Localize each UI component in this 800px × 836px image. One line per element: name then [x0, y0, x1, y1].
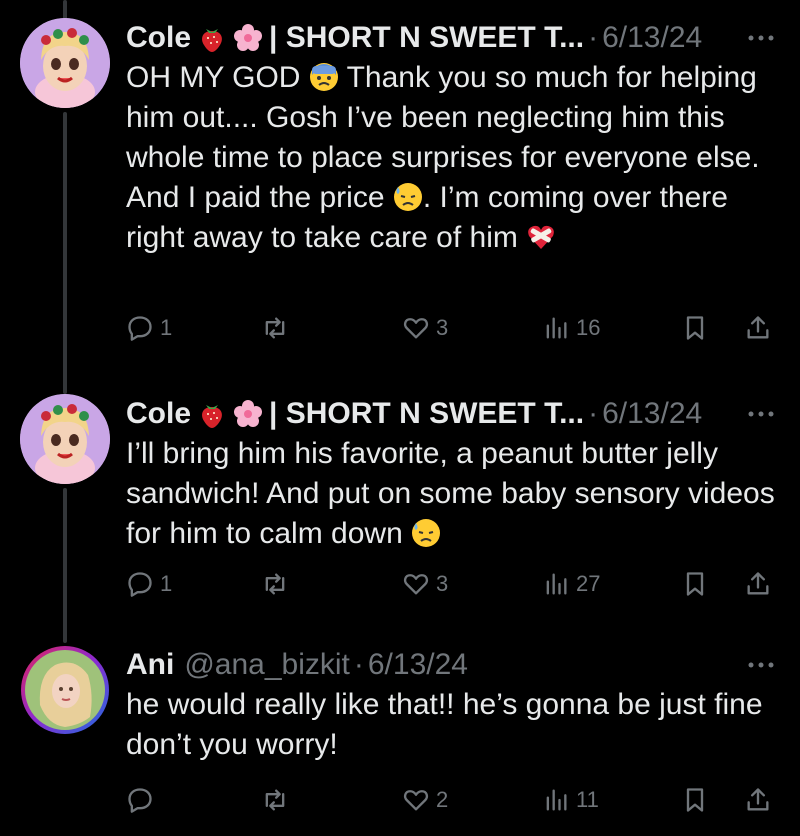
like-count: 3 [436, 571, 449, 596]
display-name[interactable]: Ani [126, 648, 174, 682]
separator-dot: · [588, 21, 599, 54]
more-options-icon[interactable] [746, 18, 776, 58]
display-name[interactable]: Cole [126, 21, 191, 55]
share-icon [747, 572, 769, 595]
tweet-header: Cole | SHORT N SWEET T... · 6/13/24 [126, 394, 776, 434]
share-icon [747, 788, 769, 811]
views-chart-icon [546, 317, 567, 339]
cherry-blossom-emoji-icon [234, 400, 263, 427]
reply-icon [128, 788, 152, 813]
reply-button[interactable]: 1 [126, 308, 172, 348]
share-button[interactable] [744, 564, 772, 604]
downcast-sweat-emoji-icon [393, 183, 422, 211]
like-count: 2 [436, 787, 449, 812]
reply-button[interactable]: 1 [126, 564, 172, 604]
like-count: 3 [436, 315, 449, 340]
repost-icon [265, 317, 285, 339]
share-button[interactable] [744, 308, 772, 348]
repost-button[interactable] [261, 780, 295, 820]
tweet-header: Cole | SHORT N SWEET T... · 6/13/24 [126, 18, 776, 58]
views-button[interactable]: 16 [542, 308, 600, 348]
display-name-suffix[interactable]: | SHORT N SWEET T... [269, 21, 584, 55]
like-button[interactable]: 2 [402, 780, 448, 820]
reply-icon [128, 316, 152, 341]
tweet-text: I’ll bring him his favorite, a peanut bu… [126, 437, 775, 550]
cherry-blossom-emoji-icon [234, 24, 263, 51]
tweet[interactable]: Ani @ana_bizkit · 6/13/24 he would reall… [0, 630, 800, 836]
avatar[interactable] [20, 18, 110, 108]
view-count: 16 [576, 315, 601, 340]
tweet-date[interactable]: 6/13/24 [368, 648, 468, 682]
views-button[interactable]: 11 [542, 780, 599, 820]
tweet-date[interactable]: 6/13/24 [602, 397, 702, 431]
view-count: 11 [576, 787, 599, 812]
share-button[interactable] [744, 780, 772, 820]
bookmark-icon [686, 788, 704, 812]
repost-icon [265, 573, 285, 595]
reply-count: 1 [160, 571, 173, 596]
views-chart-icon [546, 789, 567, 811]
repost-icon [265, 789, 285, 811]
bookmark-button[interactable] [681, 308, 709, 348]
views-chart-icon [546, 573, 567, 595]
separator-dot: · [353, 648, 364, 681]
view-count: 27 [576, 571, 601, 596]
bookmark-icon [686, 316, 704, 340]
tweet[interactable]: Cole | SHORT N SWEET T... · 6/13/24 I’ll… [0, 380, 800, 630]
tweet-text: he would really like that!! he’s gonna b… [126, 688, 763, 761]
more-options-icon[interactable] [746, 645, 776, 685]
reply-count: 1 [160, 315, 173, 340]
like-button[interactable]: 3 [402, 564, 448, 604]
tweet-date[interactable]: 6/13/24 [602, 21, 702, 55]
heart-icon [403, 790, 429, 811]
bookmark-button[interactable] [681, 780, 709, 820]
avatar[interactable] [20, 394, 110, 484]
display-name-suffix[interactable]: | SHORT N SWEET T... [269, 397, 584, 431]
bookmark-icon [686, 572, 704, 596]
user-handle[interactable]: @ana_bizkit [184, 648, 350, 682]
downcast-sweat-emoji-icon [412, 519, 441, 547]
separator-dot: · [588, 397, 599, 430]
more-options-icon[interactable] [746, 394, 776, 434]
strawberry-emoji-icon [202, 29, 222, 52]
tweet-header: Ani @ana_bizkit · 6/13/24 [126, 645, 776, 685]
tweet-actions: 2 11 [126, 780, 776, 820]
reply-icon [128, 572, 152, 597]
like-button[interactable]: 3 [402, 308, 448, 348]
repost-button[interactable] [261, 564, 295, 604]
bookmark-button[interactable] [681, 564, 709, 604]
tweet-actions: 1 3 16 [126, 308, 776, 348]
display-name[interactable]: Cole [126, 397, 191, 431]
share-icon [747, 316, 769, 339]
avatar[interactable] [20, 645, 110, 735]
strawberry-emoji-icon [202, 405, 222, 428]
fearful-face-emoji-icon [309, 63, 338, 91]
views-button[interactable]: 27 [542, 564, 600, 604]
tweet[interactable]: Cole | SHORT N SWEET T... · 6/13/24 OH M… [0, 0, 800, 380]
tweet-actions: 1 3 27 [126, 564, 776, 604]
tweet-text: OH MY GOD Thank you so much for helping … [126, 61, 760, 254]
reply-button[interactable] [126, 780, 160, 820]
heart-icon [403, 574, 429, 595]
repost-button[interactable] [261, 308, 295, 348]
heart-icon [403, 318, 429, 339]
mending-heart-emoji-icon [528, 225, 555, 249]
